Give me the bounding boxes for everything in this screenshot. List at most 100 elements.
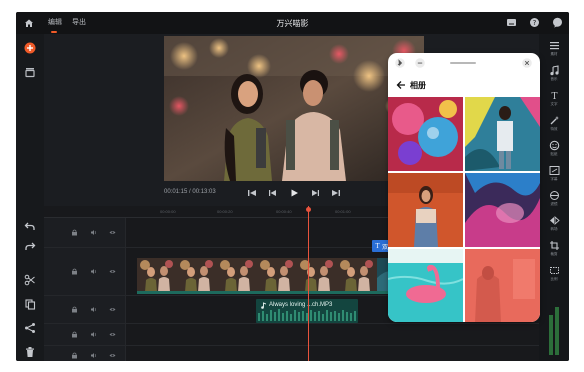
music-note-icon xyxy=(261,302,266,309)
photo-thumbnail[interactable] xyxy=(465,173,540,247)
eye-icon[interactable] xyxy=(109,268,116,275)
pin-icon[interactable] xyxy=(395,58,405,68)
redo-icon[interactable] xyxy=(24,240,36,252)
undo-icon[interactable] xyxy=(24,220,36,232)
volume-icon[interactable] xyxy=(90,229,97,236)
photo-grid xyxy=(388,97,540,322)
copy-icon[interactable] xyxy=(24,298,36,310)
close-icon[interactable] xyxy=(522,58,532,68)
eye-icon[interactable] xyxy=(109,352,116,359)
lock-icon[interactable] xyxy=(71,268,78,275)
rail-item-ratio[interactable]: 比例 xyxy=(539,265,569,282)
eye-icon[interactable] xyxy=(109,229,116,236)
audio-level-meter xyxy=(547,299,561,355)
split-icon[interactable] xyxy=(24,274,36,286)
keyboard-icon[interactable] xyxy=(506,17,517,28)
arrow-left-icon[interactable] xyxy=(396,80,406,90)
playhead[interactable] xyxy=(308,206,309,361)
photo-bubbles xyxy=(388,97,463,171)
ruler-tick: 00:00:00 xyxy=(160,209,176,214)
music-note-icon xyxy=(549,65,559,76)
media-library-icon[interactable] xyxy=(24,66,36,78)
photo-graffiti-man xyxy=(465,97,540,171)
lock-icon[interactable] xyxy=(71,331,78,338)
track-header xyxy=(44,346,126,361)
previous-frame-icon[interactable] xyxy=(267,187,279,199)
album-title: 相册 xyxy=(410,81,426,90)
photo-thumbnail[interactable] xyxy=(388,249,463,322)
delete-icon[interactable] xyxy=(24,346,36,358)
rail-item-media[interactable]: 素材 xyxy=(539,40,569,57)
play-icon[interactable] xyxy=(288,187,300,199)
help-icon[interactable]: ? xyxy=(529,17,540,28)
photo-thumbnail[interactable] xyxy=(388,173,463,247)
video-preview[interactable] xyxy=(164,36,424,181)
video-clip-audio-bar xyxy=(137,291,427,294)
volume-icon[interactable] xyxy=(90,306,97,313)
video-clip-thumbnails xyxy=(137,258,427,292)
rail-item-text[interactable]: T 文字 xyxy=(539,90,569,107)
transition-icon xyxy=(549,216,560,225)
photo-woman-orange xyxy=(388,173,463,247)
meter-bar-right xyxy=(555,307,559,355)
rail-item-label: 滤镜 xyxy=(550,202,558,206)
track-header xyxy=(44,248,126,295)
drag-handle[interactable] xyxy=(450,62,476,64)
ruler-tick: 00:00:20 xyxy=(217,209,233,214)
magic-wand-icon xyxy=(550,116,559,125)
photo-thumbnail[interactable] xyxy=(465,97,540,171)
sticker-icon xyxy=(549,140,559,151)
ruler-tick: 00:00:40 xyxy=(276,209,292,214)
volume-icon[interactable] xyxy=(90,268,97,275)
lock-icon[interactable] xyxy=(71,306,78,313)
minimize-icon[interactable] xyxy=(415,58,425,68)
right-toolbar: 素材 音乐 T 文字 特效 贴纸 字幕 滤镜 转场 裁剪 比例 xyxy=(539,34,569,361)
timecode-display: 00:01:15 / 00:13:03 xyxy=(164,189,216,195)
rail-item-label: 字幕 xyxy=(550,177,558,181)
crop-icon xyxy=(549,241,559,250)
rail-item-label: 比例 xyxy=(550,277,558,281)
album-popup: 相册 xyxy=(388,53,540,322)
skip-to-start-icon[interactable] xyxy=(246,187,258,199)
photo-thumbnail[interactable] xyxy=(388,97,463,171)
svg-text:?: ? xyxy=(533,19,537,27)
filter-icon xyxy=(549,191,559,200)
album-header: 相册 xyxy=(388,73,540,97)
playback-controls: 00:01:15 / 00:13:03 xyxy=(164,184,424,202)
playhead-handle[interactable] xyxy=(306,207,311,212)
lock-icon[interactable] xyxy=(71,352,78,359)
video-frame-image xyxy=(164,36,424,181)
next-frame-icon[interactable] xyxy=(309,187,321,199)
rail-item-transitions[interactable]: 转场 xyxy=(539,215,569,232)
audio-clip[interactable]: Always loving ...ch.MP3 xyxy=(256,299,358,323)
svg-text:T: T xyxy=(551,92,557,101)
video-clip[interactable] xyxy=(137,258,427,292)
rail-item-label: 转场 xyxy=(550,227,558,231)
track-header xyxy=(44,296,126,323)
rail-item-stickers[interactable]: 贴纸 xyxy=(539,140,569,157)
rail-item-music[interactable]: 音乐 xyxy=(539,65,569,82)
skip-to-end-icon[interactable] xyxy=(330,187,342,199)
rail-item-subtitles[interactable]: 字幕 xyxy=(539,165,569,182)
photo-thumbnail[interactable] xyxy=(465,249,540,322)
app-title: 万兴喵影 xyxy=(276,19,309,28)
track-header xyxy=(44,218,126,247)
chat-icon[interactable] xyxy=(552,17,563,28)
add-media-icon[interactable] xyxy=(24,42,36,54)
active-tab-indicator xyxy=(51,31,57,33)
share-icon[interactable] xyxy=(24,322,36,334)
volume-icon[interactable] xyxy=(90,352,97,359)
rail-item-effects[interactable]: 特效 xyxy=(539,115,569,132)
rail-item-crop[interactable]: 裁剪 xyxy=(539,240,569,257)
rail-item-label: 音乐 xyxy=(550,77,558,81)
list-icon xyxy=(549,42,559,50)
rail-item-label: 素材 xyxy=(550,52,558,56)
eye-icon[interactable] xyxy=(109,331,116,338)
volume-icon[interactable] xyxy=(90,331,97,338)
rail-item-label: 裁剪 xyxy=(550,252,558,256)
rail-item-filters[interactable]: 滤镜 xyxy=(539,190,569,207)
eye-icon[interactable] xyxy=(109,306,116,313)
lock-icon[interactable] xyxy=(71,229,78,236)
audio-clip-label: Always loving ...ch.MP3 xyxy=(269,302,333,308)
ruler-tick: 00:01:00 xyxy=(335,209,351,214)
